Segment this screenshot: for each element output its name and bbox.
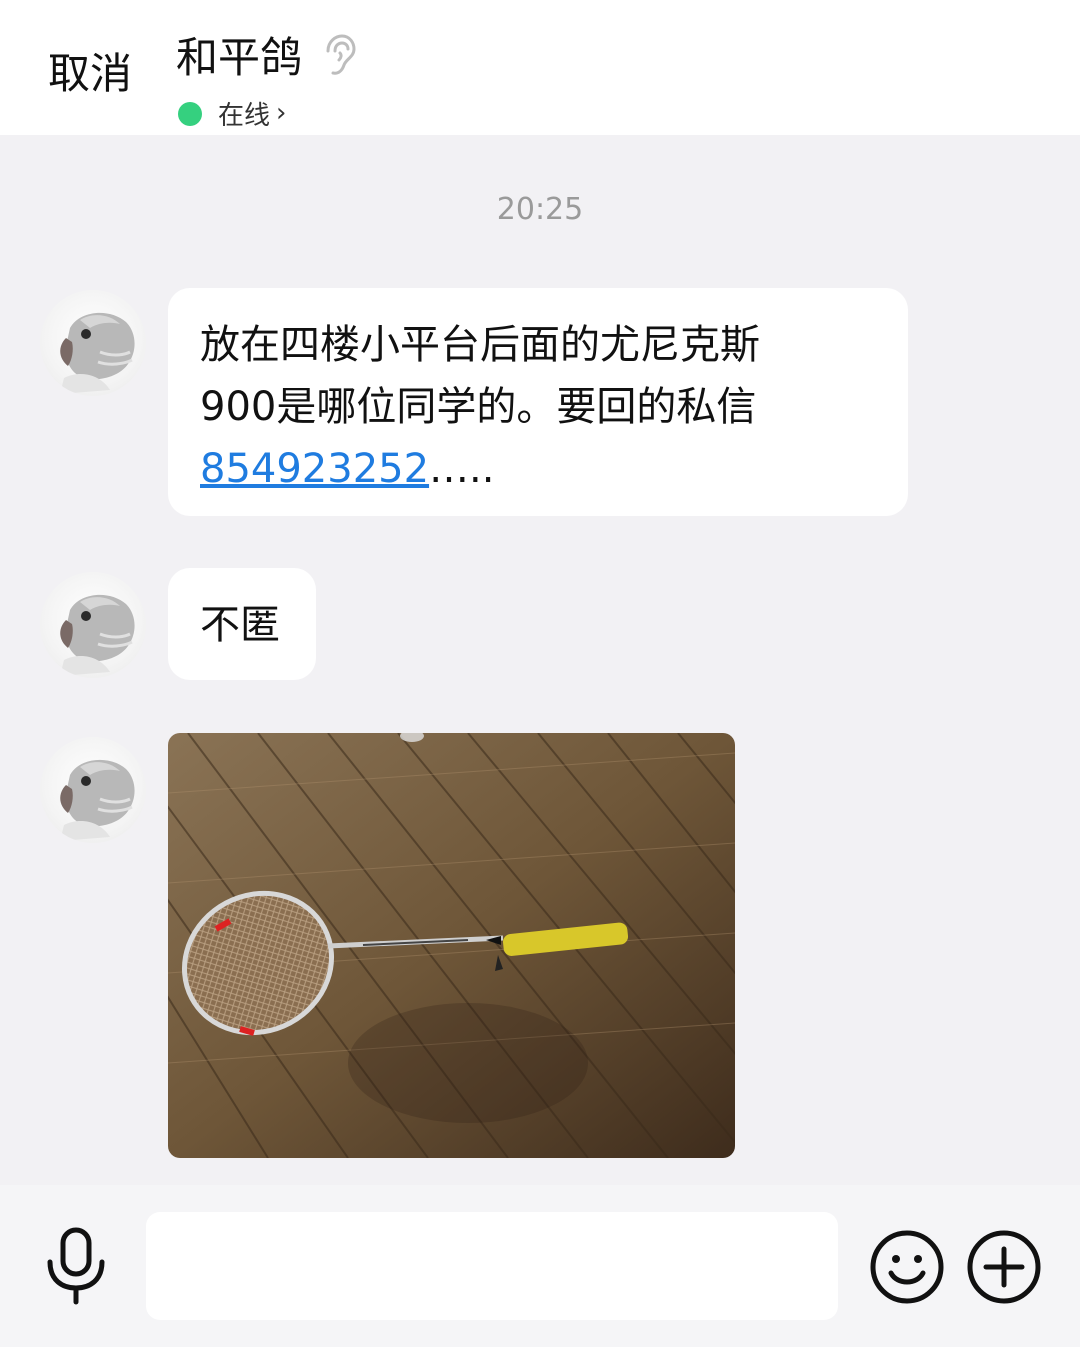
message-input[interactable]: [146, 1212, 838, 1320]
online-status[interactable]: 在线 ›: [178, 95, 356, 132]
ear-icon[interactable]: [320, 33, 356, 77]
online-dot: [178, 101, 202, 126]
badminton-racket-image: [168, 733, 735, 1158]
plus-icon[interactable]: [966, 1229, 1042, 1305]
ellipsis-text: …..: [429, 446, 495, 492]
pigeon-avatar-icon: [60, 594, 135, 676]
mic-icon[interactable]: [42, 1226, 110, 1306]
contact-info[interactable]: 和平鸽 在线 ›: [176, 24, 356, 132]
pigeon-avatar-icon: [60, 759, 135, 841]
emoji-icon[interactable]: [869, 1229, 945, 1305]
message-line: 900是哪位同学的。要回的私信: [200, 384, 757, 430]
cancel-button[interactable]: 取消: [48, 40, 132, 101]
racket-photo[interactable]: [168, 733, 735, 1158]
chat-header: 取消 和平鸽 在线 ›: [0, 0, 1080, 135]
avatar[interactable]: [40, 572, 146, 678]
message-line: 854923252…..: [200, 438, 878, 500]
message-text: 不匿: [200, 602, 280, 648]
status-label: 在线: [218, 101, 271, 131]
contact-name: 和平鸽: [176, 33, 303, 82]
qq-number-link[interactable]: 854923252: [200, 446, 429, 492]
message-bubble[interactable]: 放在四楼小平台后面的尤尼克斯 900是哪位同学的。要回的私信 854923252…: [168, 288, 908, 516]
pigeon-avatar-icon: [60, 312, 135, 394]
message-bubble[interactable]: 不匿: [168, 568, 316, 680]
avatar[interactable]: [40, 737, 146, 843]
message-timestamp: 20:25: [496, 192, 584, 227]
chevron-right-icon: ›: [276, 97, 287, 128]
avatar[interactable]: [40, 290, 146, 396]
message-line: 放在四楼小平台后面的尤尼克斯: [200, 322, 760, 368]
